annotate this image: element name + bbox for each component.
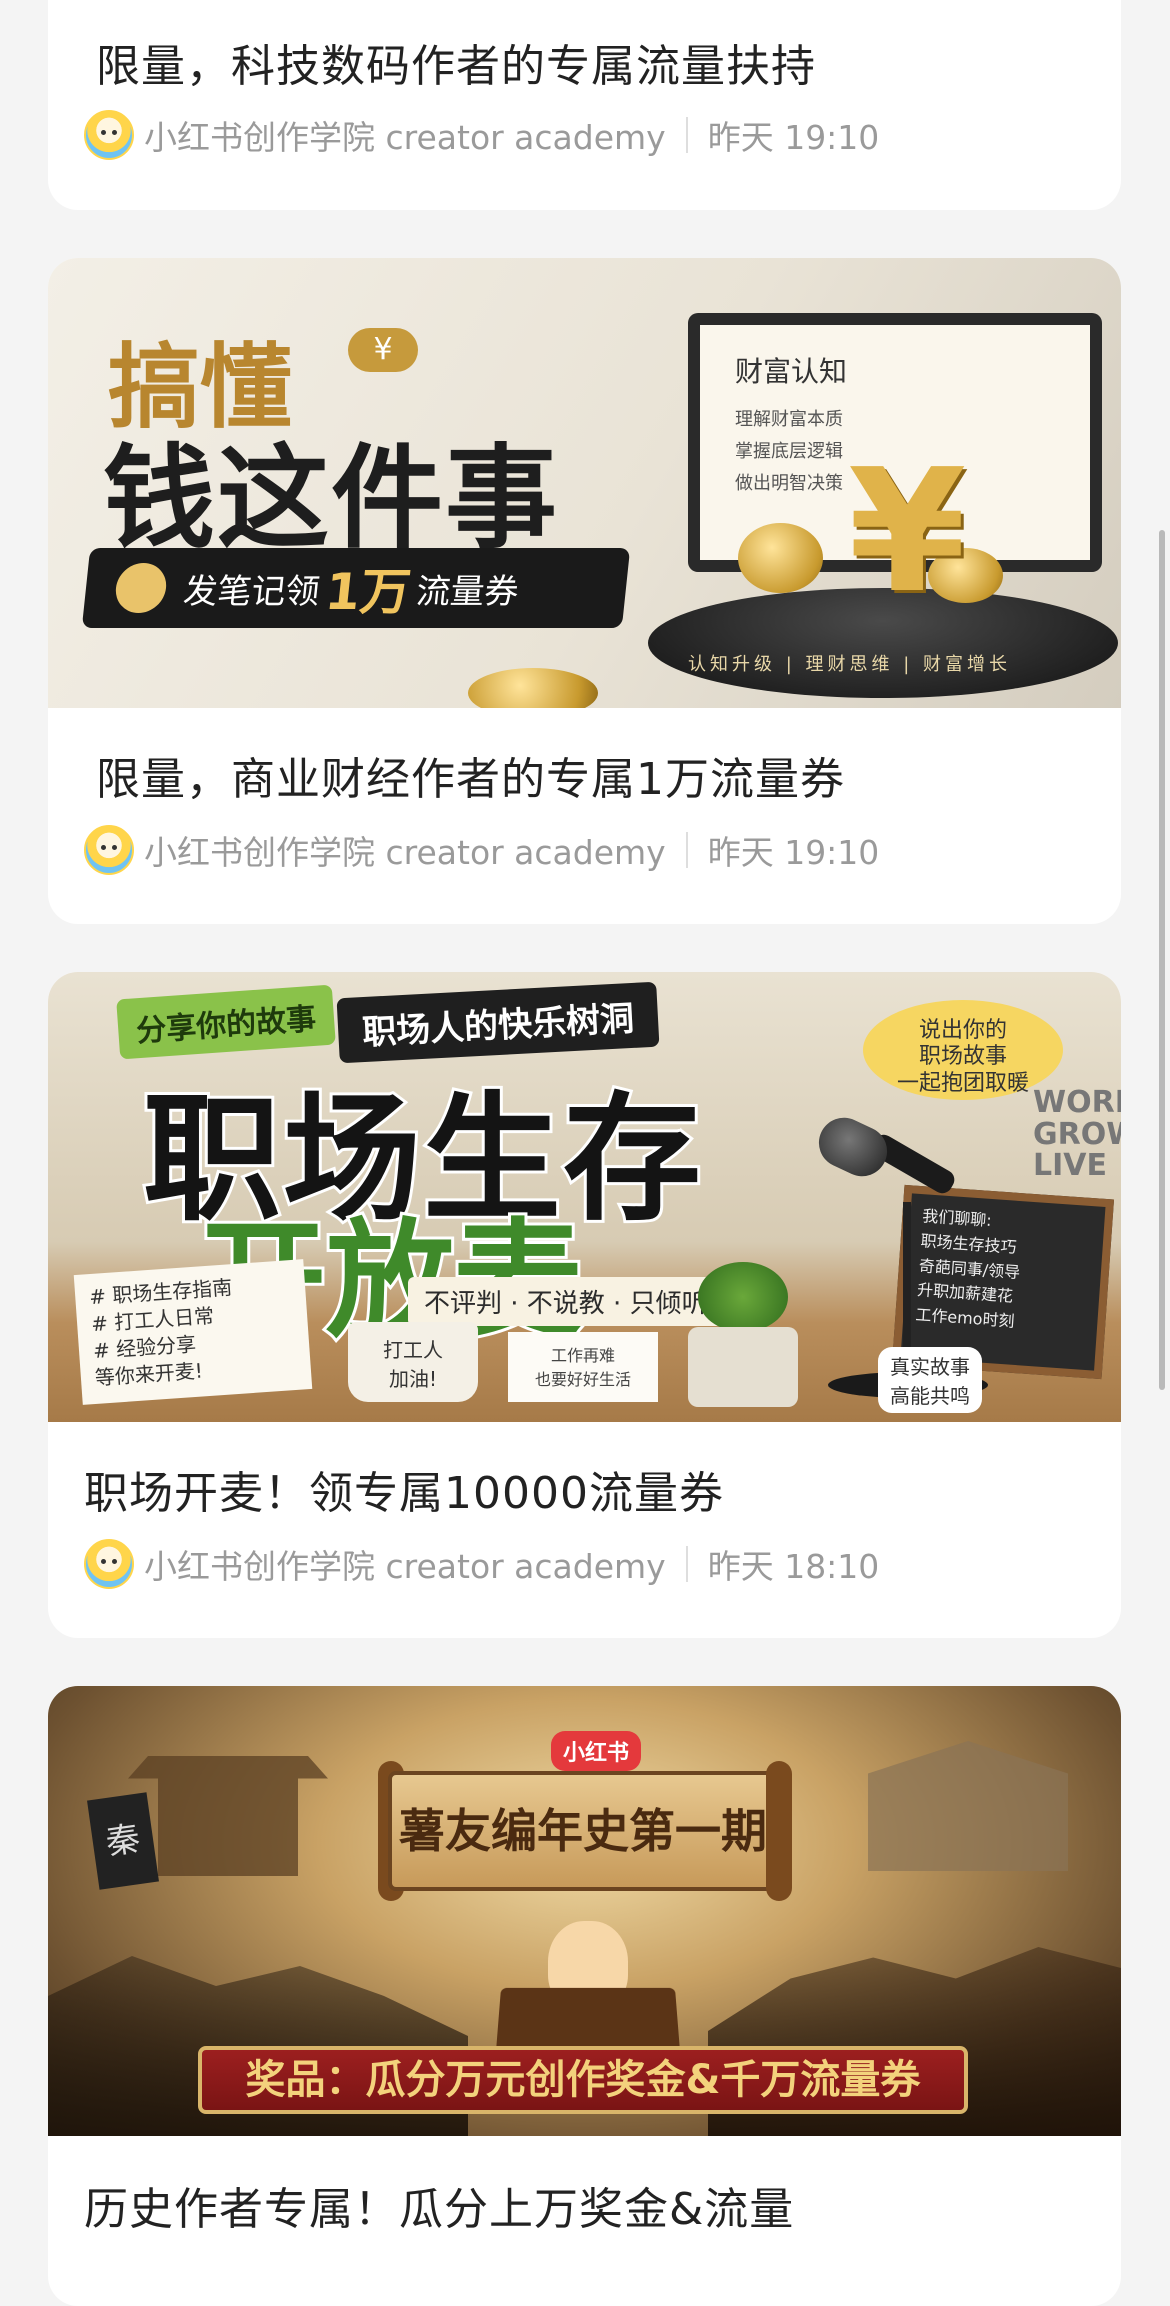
- author-name[interactable]: 小红书创作学院 creator academy: [144, 826, 666, 874]
- stamp-tag: 真实故事 高能共鸣: [878, 1347, 982, 1413]
- sticky-note: # 职场生存指南 # 打工人日常 # 经验分享 等你来开麦!: [73, 1259, 313, 1405]
- post-meta: 小红书创作学院 creator academy 昨天 19:10: [84, 825, 879, 875]
- post-time: 昨天 19:10: [707, 118, 880, 157]
- banner-subtitle: 不评判 · 不说教 · 只倾听: [408, 1277, 724, 1326]
- author-avatar[interactable]: [84, 110, 134, 160]
- flag-icon: 秦: [87, 1792, 159, 1890]
- scrollbar[interactable]: [1159, 530, 1165, 1390]
- post-banner[interactable]: 搞懂 ¥ 钱这件事 发笔记领 1万 流量券 财富认知 理解财富本质 掌握底层逻辑…: [48, 258, 1121, 708]
- post-banner[interactable]: 分享你的故事 职场人的快乐树洞 职场生存 开放麦 不评判 · 不说教 · 只倾听…: [48, 972, 1121, 1422]
- book-title: 财富认知: [735, 355, 848, 388]
- post-card[interactable]: 搞懂 ¥ 钱这件事 发笔记领 1万 流量券 财富认知 理解财富本质 掌握底层逻辑…: [48, 258, 1121, 924]
- mug-illustration: 打工人 加油!: [348, 1322, 478, 1402]
- post-card[interactable]: 限量，科技数码作者的专属流量扶持 小红书创作学院 creator academy…: [48, 0, 1121, 210]
- desk-card: 工作再难 也要好好生活: [508, 1332, 658, 1402]
- wall-sign: WORK GROW LIVE: [1033, 1085, 1121, 1183]
- yen-bubble-icon: ¥: [348, 328, 418, 372]
- temple-illustration: [128, 1756, 328, 1876]
- banner-pill: 发笔记领 1万 流量券: [81, 548, 631, 628]
- post-title: 职场开麦！领专属10000流量券: [84, 1468, 724, 1519]
- pill-suffix: 流量券: [414, 571, 521, 612]
- book-line: 做出明智决策: [735, 473, 843, 494]
- post-time: 昨天 19:10: [707, 833, 880, 872]
- scroll-roller: [766, 1761, 792, 1901]
- book-line: 理解财富本质: [735, 409, 843, 430]
- prize-text: 奖品：瓜分万元创作奖金&千万流量券: [245, 2057, 921, 2103]
- post-card[interactable]: 分享你的故事 职场人的快乐树洞 职场生存 开放麦 不评判 · 不说教 · 只倾听…: [48, 972, 1121, 1638]
- pen-icon: [113, 563, 169, 613]
- divider: [685, 832, 688, 868]
- divider: [685, 1546, 688, 1582]
- post-banner[interactable]: 秦 小红书 薯友编年史第一期 奖品：瓜分万元创作奖金&千万流量券: [48, 1686, 1121, 2136]
- author-name[interactable]: 小红书创作学院 creator academy: [144, 1540, 666, 1588]
- plant-icon: [698, 1262, 788, 1332]
- book-line: 掌握底层逻辑: [735, 441, 843, 462]
- post-meta: 小红书创作学院 creator academy 昨天 18:10: [84, 1539, 879, 1589]
- coin-icon: [468, 668, 598, 708]
- pedestal-text: 认知升级 | 理财思维 | 财富增长: [688, 654, 1012, 675]
- scroll-text: 薯友编年史第一期: [399, 1804, 767, 1858]
- pill-prefix: 发笔记领: [181, 571, 322, 612]
- post-title: 限量，科技数码作者的专属流量扶持: [96, 41, 816, 92]
- coin-icon: [738, 523, 823, 593]
- post-title: 历史作者专属！瓜分上万奖金&流量: [84, 2184, 795, 2235]
- banner-headline-main: 钱这件事: [103, 434, 559, 564]
- prize-banner: 奖品：瓜分万元创作奖金&千万流量券: [198, 2046, 968, 2114]
- yen-icon: ¥: [848, 433, 967, 631]
- xiaohongshu-logo: 小红书: [551, 1731, 642, 1771]
- parthenon-illustration: [868, 1741, 1068, 1871]
- pill-amount: 1万: [322, 563, 414, 621]
- author-avatar[interactable]: [84, 825, 134, 875]
- author-avatar[interactable]: [84, 1539, 134, 1589]
- scroll-banner: 薯友编年史第一期: [388, 1771, 778, 1891]
- divider: [685, 117, 688, 153]
- plant-pot: [688, 1327, 798, 1407]
- post-card[interactable]: 秦 小红书 薯友编年史第一期 奖品：瓜分万元创作奖金&千万流量券 历史作者专属！…: [48, 1686, 1121, 2306]
- microphone-icon: [810, 1109, 896, 1185]
- post-time: 昨天 18:10: [707, 1547, 880, 1586]
- post-title: 限量，商业财经作者的专属1万流量券: [96, 754, 845, 805]
- author-name[interactable]: 小红书创作学院 creator academy: [144, 111, 666, 159]
- post-meta: 小红书创作学院 creator academy 昨天 19:10: [84, 110, 879, 160]
